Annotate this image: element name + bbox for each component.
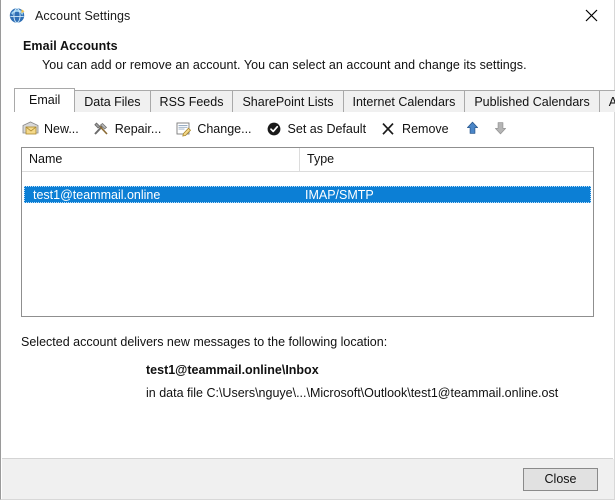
set-as-default-label: Set as Default	[287, 122, 367, 136]
account-settings-window: Account Settings Email Accounts You can …	[0, 0, 615, 500]
new-account-label: New...	[44, 122, 79, 136]
tab-sharepoint-lists[interactable]: SharePoint Lists	[232, 90, 344, 112]
remove-x-icon	[380, 121, 397, 137]
change-account-label: Change...	[197, 122, 252, 136]
close-icon[interactable]	[569, 0, 614, 30]
remove-account-button[interactable]: Remove	[380, 118, 449, 140]
titlebar: Account Settings	[1, 0, 614, 31]
tab-rss-feeds[interactable]: RSS Feeds	[149, 90, 234, 112]
tab-internet-calendars[interactable]: Internet Calendars	[342, 90, 466, 112]
arrow-up-icon	[466, 121, 479, 138]
close-button[interactable]: Close	[523, 467, 598, 491]
check-circle-icon	[266, 121, 283, 137]
table-row[interactable]: test1@teammail.online IMAP/SMTP	[24, 186, 591, 203]
delivery-lead-text: Selected account delivers new messages t…	[21, 335, 388, 349]
repair-tools-icon	[93, 121, 110, 137]
delivery-target-folder: test1@teammail.online\Inbox	[146, 363, 319, 377]
tabstrip: Email Data Files RSS Feeds SharePoint Lists…	[1, 88, 615, 112]
tab-published-calendars[interactable]: Published Calendars	[464, 90, 600, 112]
delivery-data-file-path: in data file C:\Users\nguye\...\Microsof…	[146, 386, 559, 400]
header-block: Email Accounts You can add or remove an …	[1, 31, 614, 72]
outlook-globe-icon	[9, 7, 26, 24]
footer-bar: Close	[2, 459, 614, 499]
account-list-body: test1@teammail.online IMAP/SMTP	[22, 172, 593, 203]
change-settings-icon	[175, 121, 192, 137]
account-toolbar: New... Repair... Change... Set as Defaul…	[1, 114, 614, 144]
tab-data-files[interactable]: Data Files	[74, 90, 151, 112]
repair-account-label: Repair...	[114, 122, 162, 136]
column-header-type[interactable]: Type	[300, 148, 593, 171]
move-down-button	[491, 119, 511, 139]
tab-list: Email Data Files RSS Feeds SharePoint Lists…	[14, 88, 615, 112]
window-title: Account Settings	[35, 8, 131, 23]
account-list[interactable]: Name Type test1@teammail.online IMAP/SMTP	[21, 147, 594, 317]
new-mail-icon	[22, 121, 39, 137]
arrow-down-icon	[494, 121, 507, 138]
account-type-cell: IMAP/SMTP	[305, 187, 374, 202]
new-account-button[interactable]: New...	[22, 118, 79, 140]
page-title: Email Accounts	[23, 39, 118, 53]
change-account-button[interactable]: Change...	[175, 118, 252, 140]
page-subtitle: You can add or remove an account. You ca…	[42, 58, 527, 72]
move-up-button[interactable]	[463, 119, 483, 139]
repair-account-button[interactable]: Repair...	[93, 118, 162, 140]
account-name-cell: test1@teammail.online	[33, 187, 161, 202]
delivery-info: Selected account delivers new messages t…	[21, 335, 614, 400]
remove-account-label: Remove	[402, 122, 449, 136]
tab-address-books[interactable]: Address Books	[598, 90, 615, 112]
tab-email[interactable]: Email	[14, 88, 76, 112]
account-list-header: Name Type	[22, 148, 593, 172]
set-as-default-button[interactable]: Set as Default	[266, 118, 367, 140]
column-header-name[interactable]: Name	[22, 148, 300, 171]
